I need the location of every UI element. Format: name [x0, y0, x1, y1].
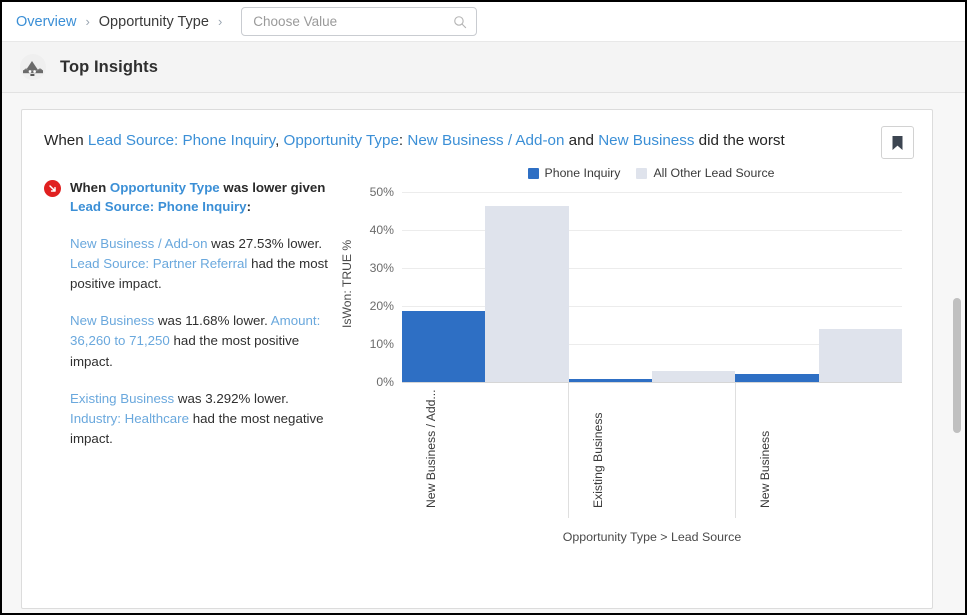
inline-text: was 27.53% lower.	[207, 236, 322, 251]
inline-text: did the worst	[694, 132, 784, 149]
insights-cloud-icon	[18, 52, 48, 82]
inline-text: was 11.68% lower.	[154, 313, 271, 328]
x-axis-tick-label: New Business / Add...	[424, 383, 438, 508]
headline-text: When Lead Source: Phone Inquiry, Opportu…	[44, 132, 785, 149]
bar[interactable]	[485, 206, 568, 382]
inline-link[interactable]: Industry: Healthcare	[70, 411, 189, 426]
inline-link[interactable]: New Business / Add-on	[70, 236, 207, 251]
inline-link[interactable]: New Business	[70, 313, 154, 328]
scrollbar-thumb[interactable]	[953, 298, 961, 433]
inline-link[interactable]: Lead Source: Partner Referral	[70, 256, 247, 271]
legend-swatch-phone-inquiry	[528, 168, 539, 179]
y-axis-tick-label: 20%	[352, 299, 394, 313]
legend-item-phone-inquiry[interactable]: Phone Inquiry	[528, 166, 621, 180]
y-axis-tick-label: 50%	[352, 185, 394, 199]
bar-group	[735, 192, 902, 382]
choose-value-field[interactable]	[241, 7, 477, 36]
insight-content: When Opportunity Type was lower given Le…	[22, 152, 932, 542]
x-axis-label-cell: New Business	[735, 383, 902, 518]
legend-swatch-all-other-lead-source	[636, 168, 647, 179]
vertical-scrollbar[interactable]	[952, 185, 963, 611]
breadcrumb: Overview › Opportunity Type ›	[2, 2, 965, 42]
bar-group	[402, 192, 569, 382]
x-axis-label-cell: New Business / Add...	[402, 383, 568, 518]
search-icon[interactable]	[453, 15, 467, 29]
bar-group	[569, 192, 736, 382]
inline-text: :	[247, 199, 251, 214]
inline-text: When	[70, 180, 110, 195]
legend-label-all-other-lead-source: All Other Lead Source	[653, 166, 774, 180]
x-axis-tick-label: Existing Business	[591, 383, 605, 508]
y-axis-tick-label: 10%	[352, 337, 394, 351]
legend-item-all-other-lead-source[interactable]: All Other Lead Source	[636, 166, 774, 180]
breadcrumb-separator-1: ›	[85, 14, 89, 29]
bar-groups	[402, 192, 902, 382]
bar[interactable]	[402, 311, 485, 382]
inline-link[interactable]: Opportunity Type	[110, 180, 220, 195]
insight-card: When Lead Source: Phone Inquiry, Opportu…	[21, 109, 933, 609]
inline-link[interactable]: New Business	[598, 132, 694, 149]
breadcrumb-item-opportunity-type[interactable]: Opportunity Type	[99, 14, 209, 30]
inline-link[interactable]: Opportunity Type	[284, 132, 399, 149]
explanation-heading: When Opportunity Type was lower given Le…	[44, 178, 340, 217]
y-axis-tick-label: 0%	[352, 375, 394, 389]
insights-body: When Lead Source: Phone Inquiry, Opportu…	[2, 93, 965, 613]
bookmark-icon	[891, 135, 904, 151]
inline-link[interactable]: Lead Source: Phone Inquiry	[70, 199, 247, 214]
legend-label-phone-inquiry: Phone Inquiry	[545, 166, 621, 180]
inline-text: ,	[275, 132, 283, 149]
x-axis-labels: New Business / Add... Existing Business Ne…	[402, 383, 902, 518]
inline-text: When	[44, 132, 88, 149]
explanation-paragraphs: New Business / Add-on was 27.53% lower. …	[44, 234, 340, 450]
bar[interactable]	[819, 329, 902, 382]
explanation-paragraph: Existing Business was 3.292% lower. Indu…	[44, 389, 340, 450]
bar[interactable]	[569, 379, 652, 382]
plot-canvas	[402, 192, 902, 383]
x-axis-label-cell: Existing Business	[568, 383, 735, 518]
y-axis-tick-label: 30%	[352, 261, 394, 275]
search-input[interactable]	[251, 13, 453, 30]
chart-plot-area: IsWon: TRUE % 0%10%20%30%40%50% New Busi…	[340, 192, 932, 542]
x-axis-title: Opportunity Type > Lead Source	[402, 530, 902, 544]
breadcrumb-item-overview[interactable]: Overview	[16, 14, 76, 30]
section-header: Top Insights	[2, 42, 965, 93]
explanation-heading-text: When Opportunity Type was lower given Le…	[70, 178, 340, 217]
explanation-paragraph: New Business / Add-on was 27.53% lower. …	[44, 234, 340, 295]
breadcrumb-separator-2: ›	[218, 14, 222, 29]
chart-legend: Phone Inquiry All Other Lead Source	[370, 166, 932, 180]
explanation-paragraph: New Business was 11.68% lower. Amount: 3…	[44, 311, 340, 372]
arrow-down-badge-icon	[44, 180, 61, 197]
page-title: Top Insights	[60, 58, 158, 77]
y-axis-tick-label: 40%	[352, 223, 394, 237]
inline-text: was lower given	[220, 180, 326, 195]
insight-chart: Phone Inquiry All Other Lead Source IsWo…	[340, 178, 932, 542]
inline-link[interactable]: Existing Business	[70, 391, 174, 406]
y-axis-ticks: 0%10%20%30%40%50%	[352, 192, 394, 382]
bookmark-button[interactable]	[881, 126, 914, 159]
bar[interactable]	[735, 374, 818, 382]
inline-text: was 3.292% lower.	[174, 391, 289, 406]
inline-text: and	[564, 132, 598, 149]
insight-headline: When Lead Source: Phone Inquiry, Opportu…	[22, 110, 896, 152]
inline-link[interactable]: Lead Source: Phone Inquiry	[88, 132, 275, 149]
inline-link[interactable]: New Business / Add-on	[407, 132, 564, 149]
explanation-panel: When Opportunity Type was lower given Le…	[22, 178, 340, 542]
app-window: Overview › Opportunity Type ›	[0, 0, 967, 615]
bar[interactable]	[652, 371, 735, 382]
x-axis-tick-label: New Business	[758, 383, 772, 508]
